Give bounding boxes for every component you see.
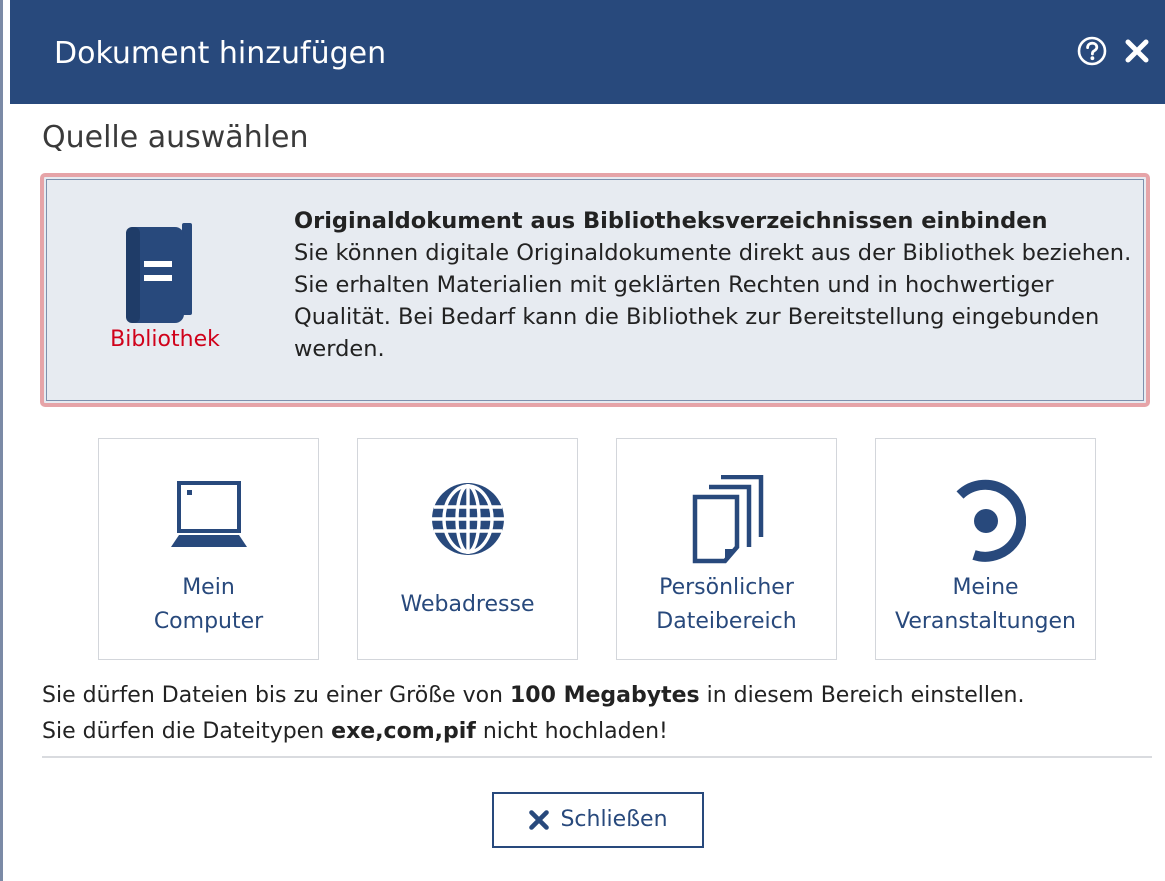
close-button-label: Schließen (560, 807, 668, 832)
file-types-value: exe,com,pif (331, 719, 476, 744)
page-edge (0, 0, 3, 881)
upload-info: Sie dürfen Dateien bis zu einer Größe vo… (42, 678, 1024, 750)
globe-icon (432, 483, 504, 555)
library-label: Bibliothek (110, 327, 220, 352)
courses-icon (956, 479, 1026, 562)
library-description: Sie können digitale Originaldokumente di… (294, 240, 1132, 362)
source-tile-personal-files[interactable]: Persönlicher Dateibereich (616, 438, 837, 660)
documents-icon (692, 475, 764, 564)
library-source-card[interactable]: Bibliothek Originaldokument aus Biblioth… (40, 173, 1150, 407)
divider (42, 756, 1152, 758)
help-circle-icon[interactable] (1077, 36, 1107, 66)
close-button[interactable]: Schließen (492, 792, 704, 848)
file-types-suffix: nicht hochladen! (475, 719, 668, 744)
file-types-line: Sie dürfen die Dateitypen exe,com,pif ni… (42, 714, 1024, 750)
source-label: Webadresse (400, 592, 535, 617)
size-limit-value: 100 Megabytes (510, 683, 700, 708)
source-label: Meine Veranstaltungen (895, 575, 1076, 634)
library-heading: Originaldokument aus Bibliotheksverzeich… (294, 208, 1048, 234)
dialog-title: Dokument hinzufügen (54, 36, 387, 71)
close-icon[interactable] (1124, 38, 1150, 64)
size-limit-suffix: in diesem Bereich einstellen. (699, 683, 1025, 708)
dialog-titlebar: Dokument hinzufügen (10, 0, 1165, 104)
file-types-prefix: Sie dürfen die Dateitypen (42, 719, 332, 744)
source-tile-my-courses[interactable]: Meine Veranstaltungen (875, 438, 1096, 660)
size-limit-line: Sie dürfen Dateien bis zu einer Größe vo… (42, 678, 1024, 714)
add-document-dialog: Dokument hinzufügen Quelle auswählen Bib… (10, 0, 1165, 881)
close-icon (529, 810, 550, 830)
library-description-block: Originaldokument aus Bibliotheksverzeich… (294, 205, 1134, 365)
section-title: Quelle auswählen (42, 120, 309, 155)
source-label: Persönlicher Dateibereich (656, 575, 797, 634)
book-icon (126, 223, 192, 323)
source-label: Mein Computer (153, 575, 264, 634)
source-tile-web-address[interactable]: Webadresse (357, 438, 578, 660)
laptop-icon (171, 481, 247, 547)
size-limit-prefix: Sie dürfen Dateien bis zu einer Größe vo… (42, 683, 510, 708)
source-tile-my-computer[interactable]: Mein Computer (98, 438, 319, 660)
